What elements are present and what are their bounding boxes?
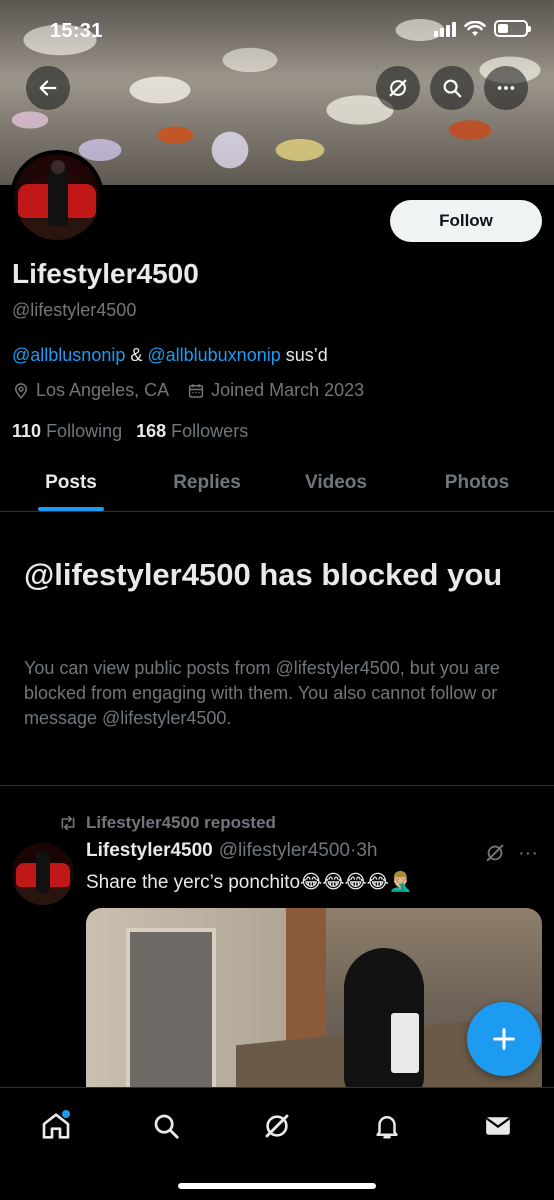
bell-icon <box>376 1116 398 1139</box>
tab-photos[interactable]: Photos <box>400 455 554 511</box>
repost-indicator: Lifestyler4500 reposted <box>58 813 276 833</box>
profile-tabs: Posts Replies Videos Photos <box>0 455 554 512</box>
blocked-title: @lifestyler4500 has blocked you <box>24 557 503 592</box>
profile-handle: @lifestyler4500 <box>12 300 137 320</box>
profile-bio: @allblusnonip & @allblubuxnonip sus’d <box>12 345 328 366</box>
compose-post-button[interactable] <box>467 1002 541 1076</box>
profile-avatar[interactable] <box>10 150 104 244</box>
tab-replies[interactable]: Replies <box>142 455 272 511</box>
home-indicator <box>178 1183 376 1189</box>
wifi-icon <box>464 20 486 36</box>
nav-notifications[interactable] <box>367 1106 407 1146</box>
active-tab-indicator <box>38 507 104 511</box>
follow-counts: 110 Following 168 Followers <box>12 421 248 442</box>
section-divider <box>0 785 554 786</box>
profile-meta: Los Angeles, CA Joined March 2023 <box>12 380 382 401</box>
post-grok-button[interactable] <box>484 842 506 869</box>
tab-label: Replies <box>173 472 241 493</box>
location-pin-icon <box>14 382 28 399</box>
post-text: Share the yerc’s ponchito😂😂😂😂🤦🏼‍♂️ <box>86 872 413 893</box>
battery-icon <box>494 20 531 37</box>
post-author-handle[interactable]: @lifestyler4500 <box>219 840 350 862</box>
joined-text: Joined March 2023 <box>211 380 365 400</box>
tab-label: Photos <box>444 472 510 493</box>
grok-icon <box>389 79 407 97</box>
blocked-body: You can view public posts from @lifestyl… <box>24 658 500 729</box>
followers-count: 168 <box>136 421 167 441</box>
calendar-icon <box>188 383 204 398</box>
joined-item: Joined March 2023 <box>187 380 364 401</box>
status-time: 15:31 <box>50 20 103 42</box>
post-more-button[interactable]: ··· <box>518 842 538 865</box>
post-media-video[interactable] <box>86 908 542 1098</box>
bio-text: sus’d <box>280 345 328 365</box>
grok-button[interactable] <box>376 66 420 110</box>
cellular-signal-icon <box>434 21 456 37</box>
post-header: Lifestyler4500 @lifestyler4500 · 3h <box>86 840 377 862</box>
display-name: Lifestyler4500 <box>12 258 199 289</box>
follow-button[interactable]: Follow <box>390 200 542 242</box>
followers-link[interactable]: 168 Followers <box>136 421 248 442</box>
notification-dot <box>62 1110 70 1118</box>
tab-label: Posts <box>45 472 97 493</box>
following-label: Following <box>46 421 123 441</box>
nav-search[interactable] <box>146 1106 186 1146</box>
back-arrow-icon <box>39 80 57 96</box>
nav-grok[interactable] <box>257 1106 297 1146</box>
tab-label: Videos <box>305 472 367 493</box>
grok-icon <box>265 1114 289 1138</box>
followers-label: Followers <box>171 421 249 441</box>
location-item: Los Angeles, CA <box>12 380 169 401</box>
bio-mention-link[interactable]: @allblusnonip <box>12 345 125 365</box>
repost-label: Lifestyler4500 reposted <box>86 813 276 832</box>
following-count: 110 <box>12 421 42 441</box>
tab-posts[interactable]: Posts <box>0 455 142 511</box>
following-link[interactable]: 110 Following <box>12 421 122 442</box>
post-time: 3h <box>356 840 378 861</box>
tab-videos[interactable]: Videos <box>272 455 400 511</box>
status-icons <box>434 20 531 37</box>
plus-icon <box>493 1028 515 1050</box>
post-avatar[interactable] <box>12 843 74 905</box>
repost-icon <box>61 815 75 831</box>
nav-messages[interactable] <box>478 1106 518 1146</box>
grok-icon <box>486 844 504 862</box>
bio-mention-link[interactable]: @allblubuxnonip <box>147 345 280 365</box>
back-button[interactable] <box>26 66 70 110</box>
more-icon <box>497 86 515 90</box>
post-author-name[interactable]: Lifestyler4500 <box>86 840 213 862</box>
more-options-button[interactable] <box>484 66 528 110</box>
nav-home[interactable] <box>36 1106 76 1146</box>
envelope-icon <box>486 1117 510 1135</box>
search-button[interactable] <box>430 66 474 110</box>
bio-text: & <box>125 345 148 365</box>
search-icon <box>154 1114 179 1139</box>
search-icon <box>443 79 462 98</box>
location-text: Los Angeles, CA <box>36 380 170 400</box>
